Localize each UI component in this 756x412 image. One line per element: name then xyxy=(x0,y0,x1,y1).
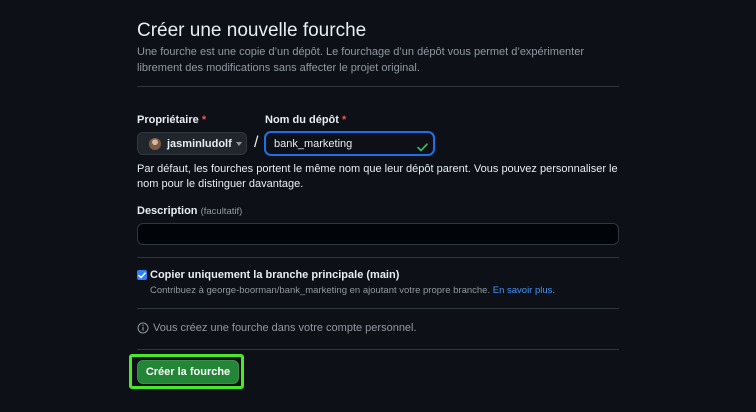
copy-main-branch-help: Contribuez à george-boorman/bank_marketi… xyxy=(150,285,556,296)
repo-name-help: Par défaut, les fourches portent le même… xyxy=(137,163,618,190)
description-label: Description (facultatif) xyxy=(137,205,243,217)
description-input[interactable] xyxy=(137,223,619,245)
checkmark-icon xyxy=(138,271,146,278)
owner-name: jasminludolf xyxy=(167,137,232,150)
create-fork-button[interactable]: Créer la fourche xyxy=(137,360,239,384)
header-divider xyxy=(137,86,619,87)
repo-required-mark: * xyxy=(342,114,347,126)
repo-name-label: Nom du dépôt * xyxy=(265,114,347,126)
caret-down-icon xyxy=(235,141,242,146)
section-divider-1 xyxy=(137,257,619,258)
learn-more-link[interactable]: En savoir plus. xyxy=(493,285,555,296)
description-optional: (facultatif) xyxy=(200,206,243,217)
copy-main-branch-checkbox[interactable] xyxy=(137,270,147,280)
info-text: Vous créez une fourche dans votre compte… xyxy=(153,322,417,334)
page-subtitle: Une fourche est une copie d’un dépôt. Le… xyxy=(137,46,585,74)
copy-main-branch-label: Copier uniquement la branche principale … xyxy=(150,269,400,281)
owner-label: Propriétaire * xyxy=(137,114,207,126)
check-icon xyxy=(417,139,428,157)
owner-repo-separator: / xyxy=(254,134,259,151)
page-title: Créer une nouvelle fourche xyxy=(137,20,367,41)
section-divider-3 xyxy=(137,349,619,350)
info-notice: Vous créez une fourche dans votre compte… xyxy=(137,322,417,334)
owner-required-mark: * xyxy=(201,114,207,126)
avatar xyxy=(149,137,161,150)
info-icon xyxy=(137,322,149,334)
section-divider-2 xyxy=(137,308,619,309)
repo-name-input[interactable] xyxy=(265,132,434,155)
owner-select-button[interactable]: jasminludolf xyxy=(137,132,247,155)
fork-page: Créer une nouvelle fourche Une fourche e… xyxy=(0,0,756,412)
